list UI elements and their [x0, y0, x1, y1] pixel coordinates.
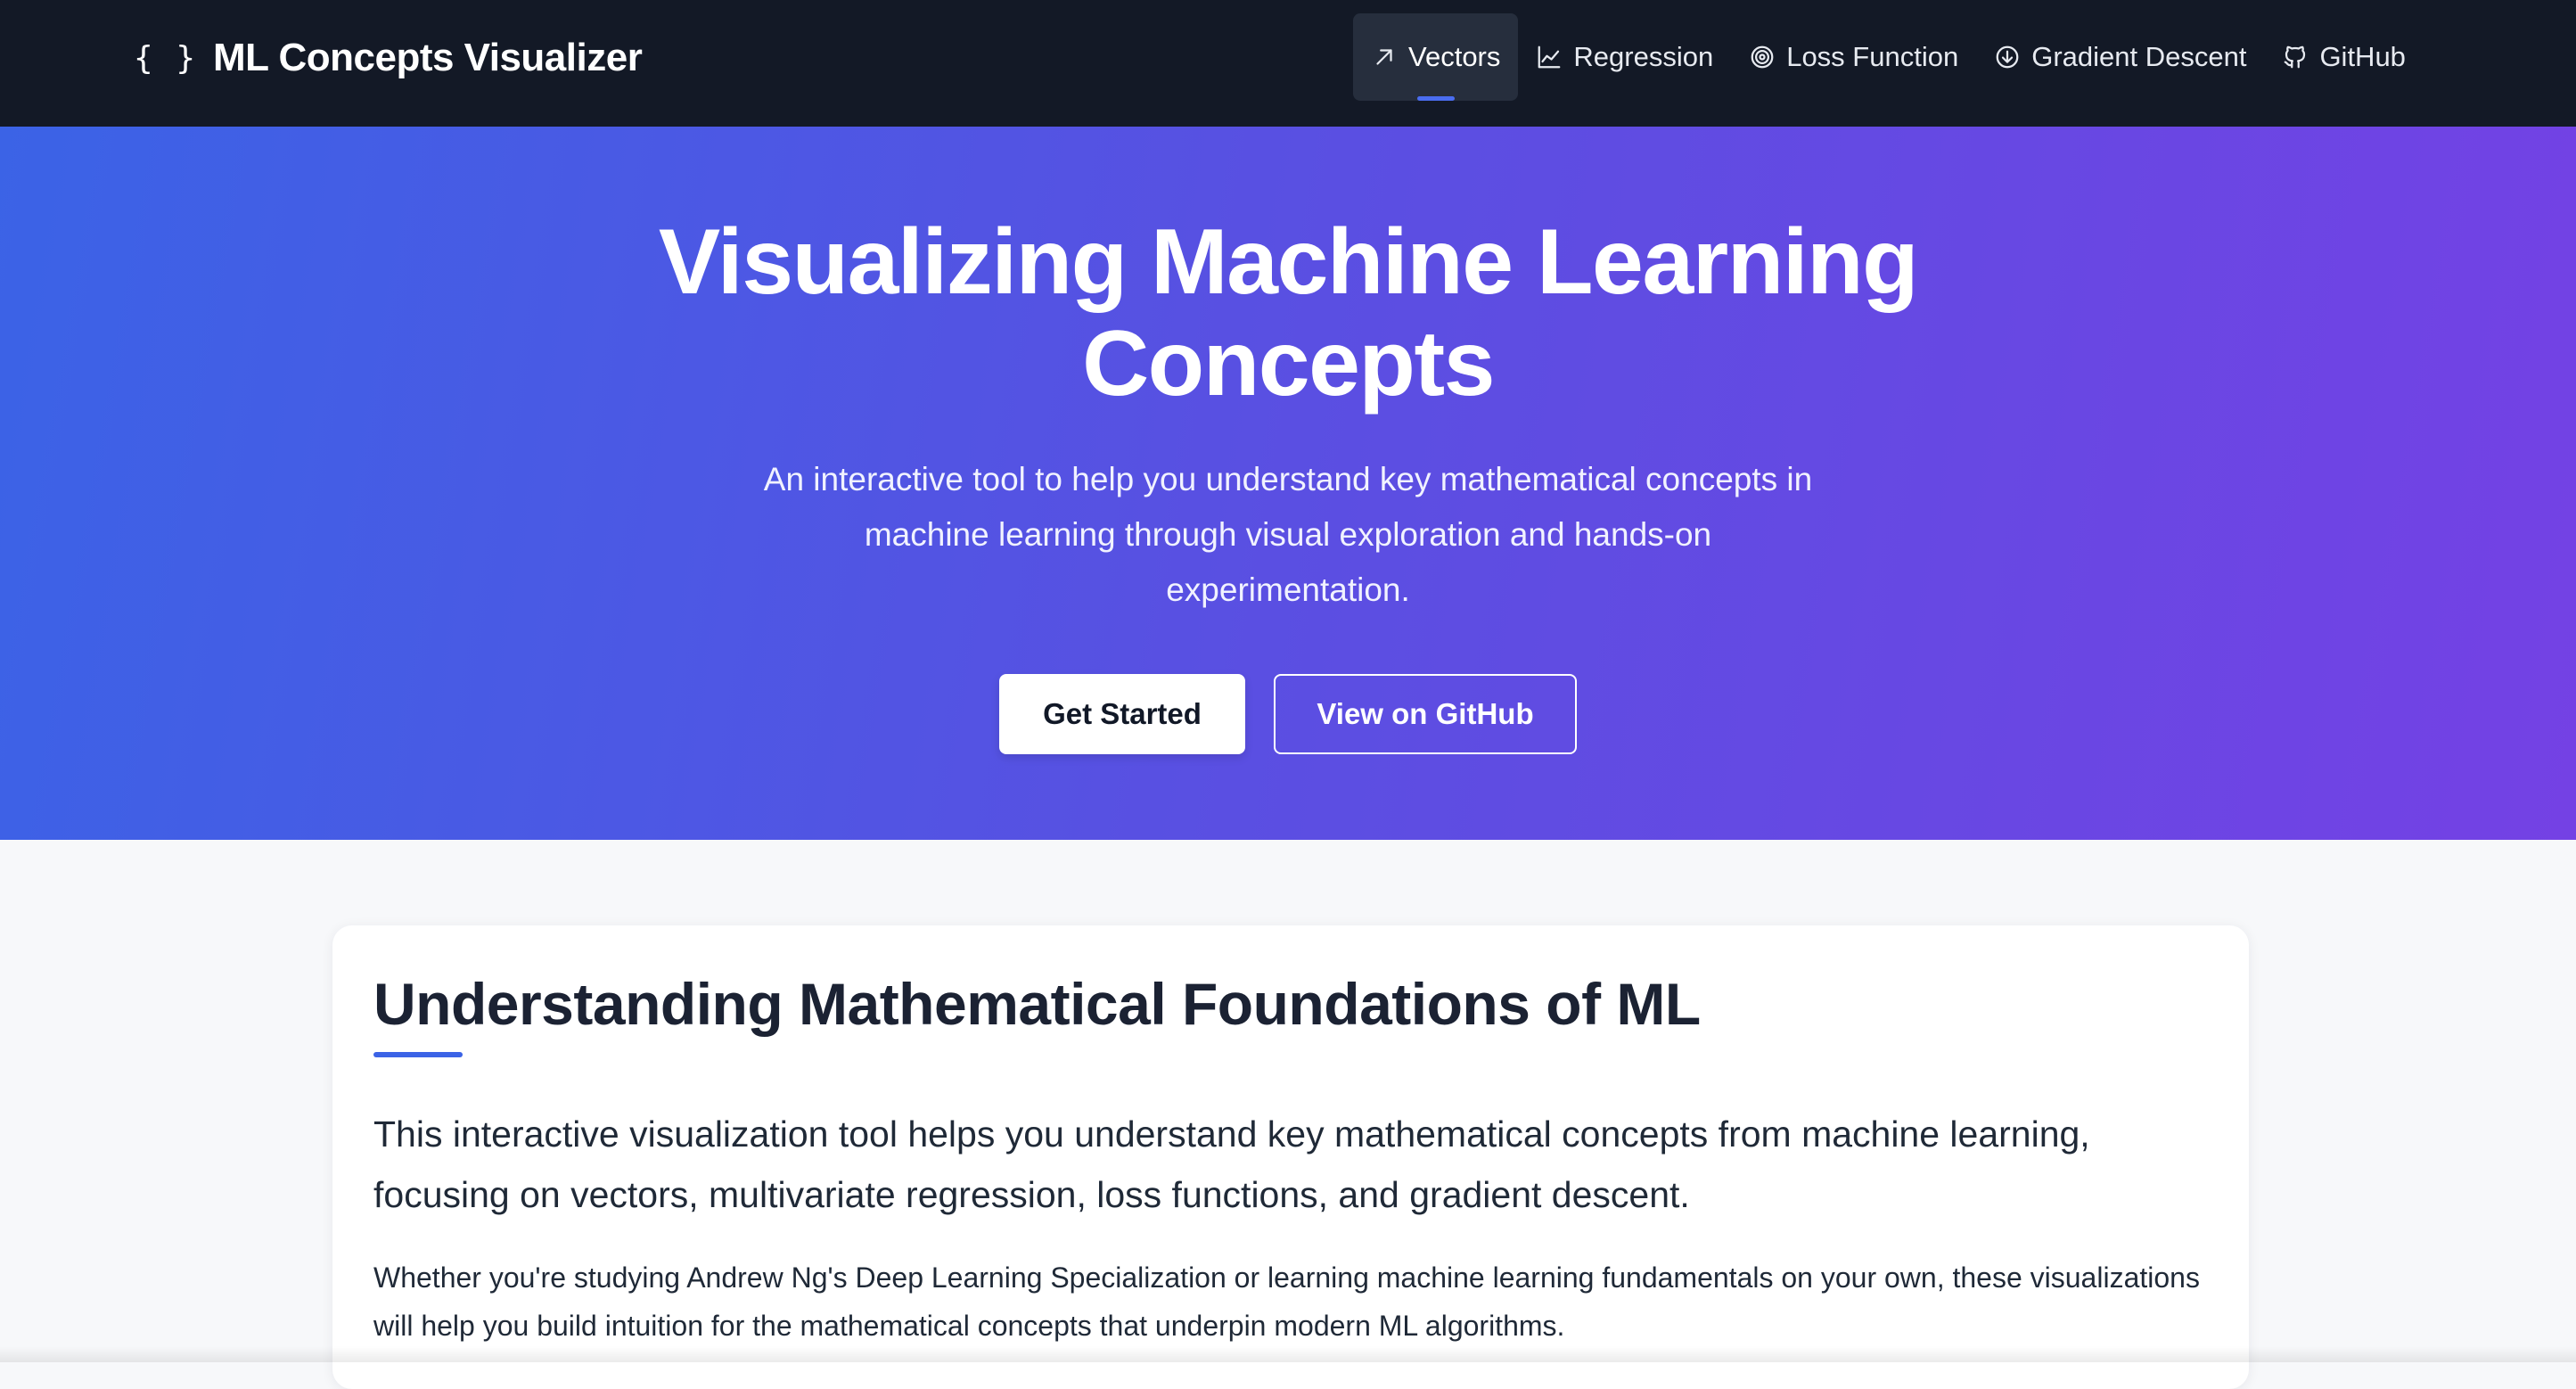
- title-underline: [373, 1052, 463, 1057]
- hero-section: Visualizing Machine Learning Concepts An…: [0, 127, 2576, 840]
- intro-body: Whether you're studying Andrew Ng's Deep…: [373, 1262, 2200, 1342]
- top-navbar: { } ML Concepts Visualizer Vectors Regre…: [0, 0, 2576, 127]
- brand-title: ML Concepts Visualizer: [213, 36, 643, 79]
- main-nav: Vectors Regression Loss Function Gradien…: [1353, 12, 2424, 102]
- line-chart-icon: [1536, 44, 1563, 70]
- nav-item-loss-function[interactable]: Loss Function: [1731, 13, 1976, 101]
- hero-title: Visualizing Machine Learning Concepts: [0, 211, 2576, 415]
- nav-item-label: Loss Function: [1786, 41, 1959, 72]
- github-icon: [2282, 44, 2309, 70]
- code-braces-icon: { }: [134, 39, 198, 77]
- nav-item-vectors[interactable]: Vectors: [1353, 13, 1519, 101]
- bottom-shadow: [0, 1346, 2576, 1362]
- hero-subtitle: An interactive tool to help you understa…: [763, 461, 1813, 608]
- target-icon: [1749, 44, 1776, 70]
- nav-item-github[interactable]: GitHub: [2264, 13, 2423, 101]
- intro-title: Understanding Mathematical Foundations o…: [373, 971, 1701, 1037]
- nav-item-regression[interactable]: Regression: [1518, 13, 1731, 101]
- nav-item-label: Gradient Descent: [2031, 41, 2247, 72]
- nav-item-gradient-descent[interactable]: Gradient Descent: [1976, 13, 2264, 101]
- get-started-button[interactable]: Get Started: [999, 674, 1245, 754]
- hero-actions: Get Started View on GitHub: [0, 674, 2576, 754]
- intro-lead: This interactive visualization tool help…: [373, 1114, 2090, 1215]
- nav-item-label: Vectors: [1408, 41, 1501, 72]
- arrow-up-right-icon: [1371, 44, 1398, 70]
- hero-title-line-1: Visualizing Machine Learning: [658, 210, 1919, 314]
- arrow-down-circle-icon: [1994, 44, 2021, 70]
- hero-title-line-2: Concepts: [1082, 312, 1495, 415]
- nav-item-label: Regression: [1573, 41, 1714, 72]
- view-on-github-button[interactable]: View on GitHub: [1274, 674, 1577, 754]
- nav-item-label: GitHub: [2319, 41, 2406, 72]
- intro-card: Understanding Mathematical Foundations o…: [332, 925, 2249, 1389]
- brand[interactable]: { } ML Concepts Visualizer: [134, 0, 643, 116]
